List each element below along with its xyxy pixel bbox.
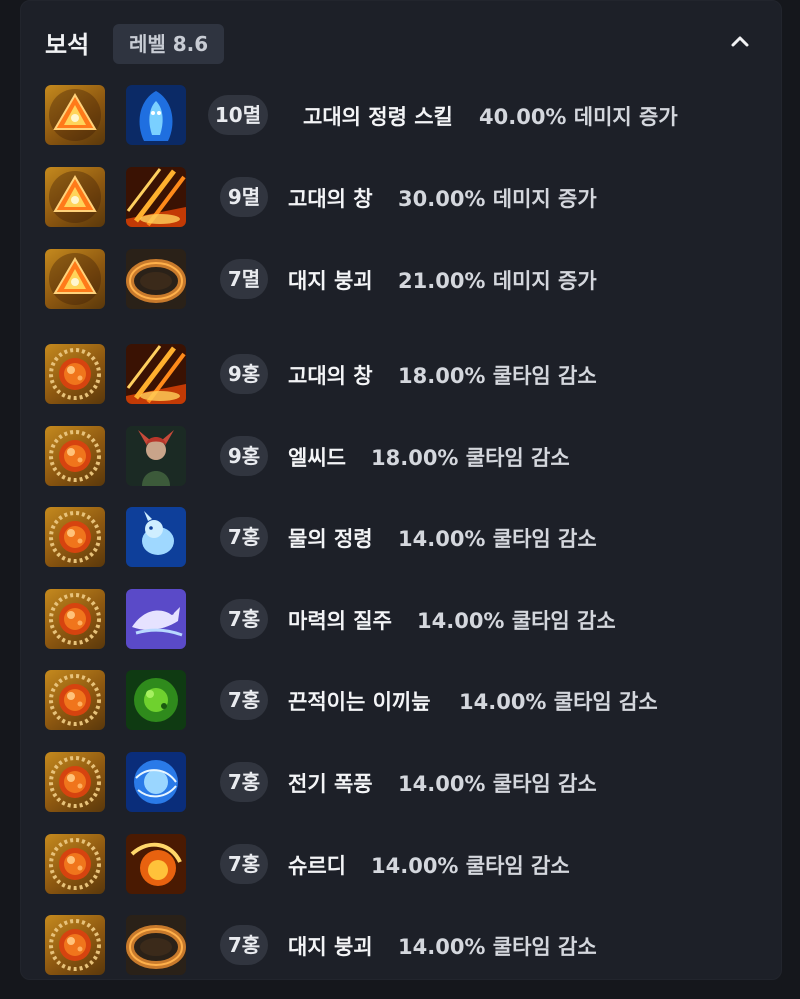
gem-effect: 14.00% 쿨타임 감소 [459,690,658,714]
gem-effect: 18.00% 쿨타임 감소 [371,446,570,470]
gem-row[interactable]: 9홍 엘씨드 18.00% 쿨타임 감소 [21,426,781,488]
gem-panel-header[interactable]: 보석 레벨 8.6 [21,1,781,87]
skill-name: 엘씨드 [288,446,346,470]
moss-swamp-icon [126,670,186,730]
cooldown-gem-icon [45,344,105,404]
skill-name: 물의 정령 [288,527,373,551]
gem-effect: 14.00% 쿨타임 감소 [398,772,597,796]
gem-level: 7홍 [220,517,268,557]
skill-name: 고대의 정령 스킬 [303,105,453,129]
shurdi-fire-icon [126,834,186,894]
earth-ring-icon [126,915,186,975]
gem-level: 7홍 [220,762,268,802]
gem-effect: 40.00% 데미지 증가 [479,105,678,129]
skill-name: 전기 폭풍 [288,772,373,796]
gem-row[interactable]: 7멸 대지 붕괴 21.00% 데미지 증가 [21,249,781,311]
gem-row[interactable]: 7홍 끈적이는 이끼늪 14.00% 쿨타임 감소 [21,670,781,732]
cooldown-gem-icon [45,426,105,486]
gem-level: 7홍 [220,599,268,639]
gem-row[interactable]: 7홍 마력의 질주 14.00% 쿨타임 감소 [21,589,781,651]
cooldown-gem-icon [45,915,105,975]
skill-name: 고대의 창 [288,187,373,211]
gem-effect: 18.00% 쿨타임 감소 [398,364,597,388]
skill-name: 대지 붕괴 [288,269,373,293]
spear-orange-icon [126,167,186,227]
gem-effect: 14.00% 쿨타임 감소 [398,935,597,959]
gem-row[interactable]: 7홍 대지 붕괴 14.00% 쿨타임 감소 [21,915,781,977]
gem-level: 9홍 [220,354,268,394]
gem-level: 7홍 [220,844,268,884]
skill-name: 끈적이는 이끼늪 [288,690,431,714]
elcid-portrait-icon [126,426,186,486]
gem-effect: 21.00% 데미지 증가 [398,269,597,293]
gem-row[interactable]: 7홍 물의 정령 14.00% 쿨타임 감소 [21,507,781,569]
spear-orange-icon [126,344,186,404]
gem-effect: 14.00% 쿨타임 감소 [371,854,570,878]
damage-gem-icon [45,85,105,145]
gem-row[interactable]: 7홍 슈르디 14.00% 쿨타임 감소 [21,834,781,896]
skill-name: 슈르디 [288,854,346,878]
skill-name: 마력의 질주 [288,609,392,633]
gem-level-badge: 레벨 8.6 [113,24,225,64]
earth-ring-icon [126,249,186,309]
water-spirit-icon [126,507,186,567]
spirit-blue-icon [126,85,186,145]
gem-row[interactable]: 9홍 고대의 창 18.00% 쿨타임 감소 [21,344,781,406]
cooldown-gem-icon [45,670,105,730]
skill-name: 대지 붕괴 [288,935,373,959]
gem-level: 7멸 [220,259,268,299]
section-title: 보석 [45,31,90,59]
cooldown-gem-icon [45,752,105,812]
chevron-up-icon [731,36,749,47]
skill-name: 고대의 창 [288,364,373,388]
gem-level: 7홍 [220,680,268,720]
damage-gem-icon [45,167,105,227]
cooldown-gem-icon [45,834,105,894]
gem-row[interactable]: 10멸 고대의 정령 스킬 40.00% 데미지 증가 [21,85,781,147]
gem-effect: 30.00% 데미지 증가 [398,187,597,211]
electric-storm-icon [126,752,186,812]
gem-panel: 보석 레벨 8.6 10멸 고대의 정령 스킬 40.00% 데미지 증가 9멸 고대의… [20,0,782,980]
cooldown-gem-icon [45,589,105,649]
damage-gem-icon [45,249,105,309]
cooldown-gem-icon [45,507,105,567]
gem-level: 9홍 [220,436,268,476]
mana-horse-icon [126,589,186,649]
gem-row[interactable]: 7홍 전기 폭풍 14.00% 쿨타임 감소 [21,752,781,814]
gem-level: 7홍 [220,925,268,965]
gem-level: 10멸 [208,95,268,135]
collapse-button[interactable] [721,29,759,57]
gem-level: 9멸 [220,177,268,217]
gem-effect: 14.00% 쿨타임 감소 [417,609,616,633]
gem-row[interactable]: 9멸 고대의 창 30.00% 데미지 증가 [21,167,781,229]
gem-effect: 14.00% 쿨타임 감소 [398,527,597,551]
